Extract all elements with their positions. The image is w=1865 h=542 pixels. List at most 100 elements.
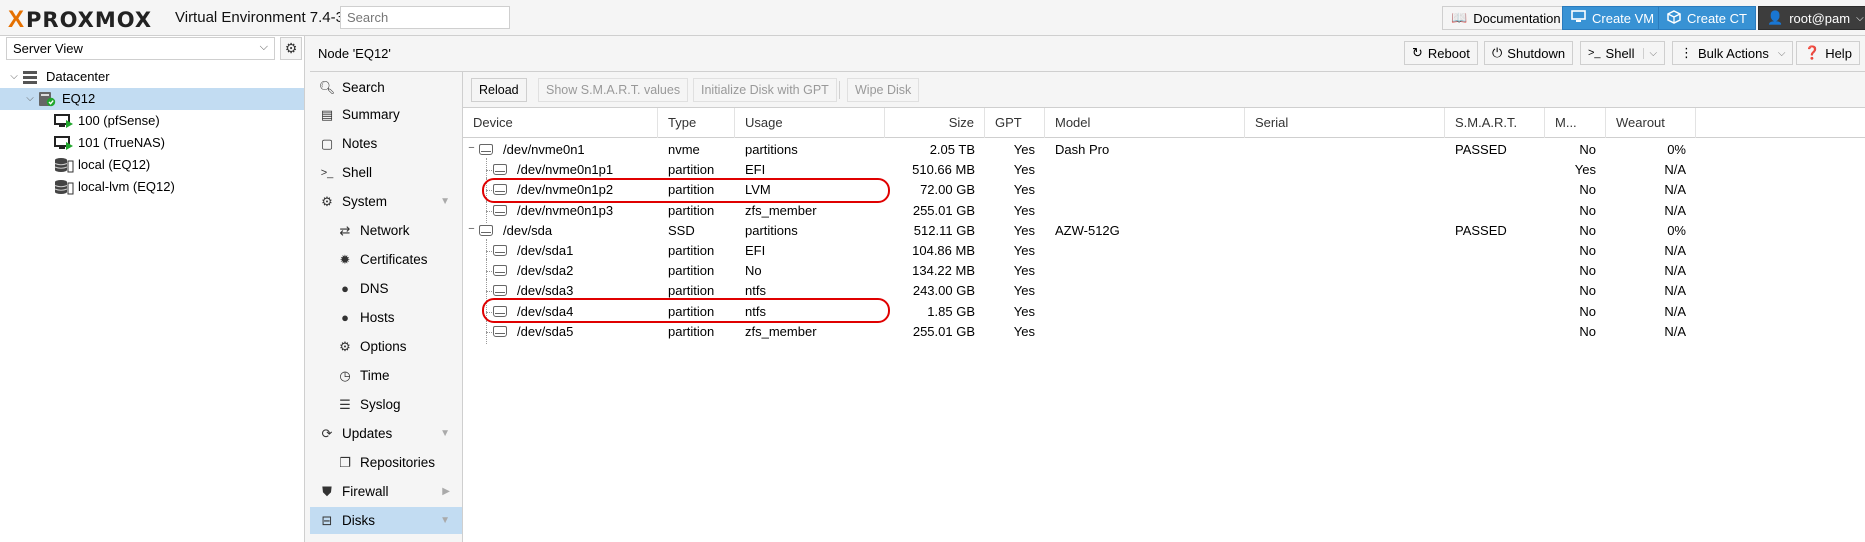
- cell-mounted: No: [1579, 323, 1596, 339]
- cell-device: /dev/sda5: [517, 323, 574, 339]
- cell-wearout: N/A: [1664, 323, 1686, 339]
- column-header-usage[interactable]: Usage: [735, 108, 885, 138]
- disks-panel: Reload Show S.M.A.R.T. values Initialize…: [463, 72, 1865, 542]
- hdd-icon: [493, 285, 507, 297]
- cell-gpt: Yes: [1013, 323, 1035, 339]
- column-header-serial[interactable]: Serial: [1245, 108, 1445, 138]
- nav-item-repositories[interactable]: ❐ Repositories: [310, 449, 462, 476]
- user-menu-button[interactable]: 👤 root@pam ⌵: [1758, 6, 1865, 30]
- nav-item-shell[interactable]: >_ Shell: [310, 159, 462, 186]
- cell-smart: [1445, 320, 1545, 344]
- disk-row[interactable]: /dev/sda5 partition zfs_member 255.01 GB Yes…: [463, 319, 1865, 344]
- hdd-icon: [493, 305, 507, 317]
- disks-toolbar: Reload Show S.M.A.R.T. values Initialize…: [463, 72, 1865, 108]
- help-button[interactable]: ❓ Help: [1796, 41, 1860, 65]
- refresh-icon: ⟳: [321, 425, 333, 441]
- tree-item-vm-101[interactable]: 101 (TrueNAS): [0, 132, 304, 154]
- chevron-down-icon: ▼: [440, 428, 450, 439]
- collapse-icon[interactable]: ⌵: [8, 66, 20, 88]
- clock-icon: ◷: [339, 367, 351, 383]
- cogs-icon: ⚙: [321, 193, 333, 209]
- wipe-disk-button[interactable]: Wipe Disk: [847, 78, 920, 102]
- power-icon: ⏻: [1492, 45, 1503, 60]
- certificate-icon: ✹: [339, 251, 351, 267]
- terminal-icon: >_: [320, 166, 334, 179]
- chevron-down-icon: ▼: [440, 196, 450, 207]
- user-icon: 👤: [1767, 10, 1784, 25]
- shutdown-button[interactable]: ⏻ Shutdown: [1484, 41, 1574, 65]
- collapse-icon[interactable]: −: [467, 143, 476, 154]
- hdd-icon: [493, 204, 507, 216]
- nav-item-time[interactable]: ◷ Time: [310, 362, 462, 389]
- initialize-gpt-button[interactable]: Initialize Disk with GPT: [693, 78, 837, 102]
- nav-item-network[interactable]: ⇄ Network: [310, 217, 462, 244]
- product-version: Virtual Environment 7.4-3: [175, 9, 344, 26]
- column-header-wearout[interactable]: Wearout: [1606, 108, 1696, 138]
- node-online-icon: [38, 91, 56, 107]
- cell-usage: zfs_member: [745, 323, 817, 339]
- bulk-actions-button[interactable]: ⋮ Bulk Actions ⌵: [1672, 41, 1794, 65]
- column-header-mounted[interactable]: M...: [1545, 108, 1606, 138]
- reboot-button[interactable]: ↻ Reboot: [1404, 41, 1478, 65]
- nav-item-updates[interactable]: ⟳ Updates ▼: [310, 420, 462, 447]
- column-header-gpt[interactable]: GPT: [985, 108, 1045, 138]
- tree-item-datacenter[interactable]: ⌵ Datacenter: [0, 66, 304, 88]
- documentation-button[interactable]: 📖 Documentation: [1442, 6, 1570, 30]
- datacenter-icon: [22, 69, 40, 85]
- proxmox-logo[interactable]: X PROXMOX: [8, 6, 152, 34]
- hdd-icon: [493, 164, 507, 176]
- column-header-size[interactable]: Size: [885, 108, 985, 138]
- globe-icon: ●: [341, 281, 349, 296]
- nav-item-notes[interactable]: ▢ Notes: [310, 130, 462, 157]
- logo-x-icon: X: [8, 6, 26, 33]
- nav-item-disks[interactable]: ⊟ Disks ▼: [310, 507, 462, 534]
- logo-text: PROXMOX: [26, 8, 153, 32]
- globe-icon: ●: [341, 310, 349, 325]
- column-header-smart[interactable]: S.M.A.R.T.: [1445, 108, 1545, 138]
- nav-item-certificates[interactable]: ✹ Certificates: [310, 246, 462, 273]
- nav-item-dns[interactable]: ● DNS: [310, 275, 462, 302]
- nav-item-search[interactable]: 🔍︎ Search: [310, 74, 462, 101]
- tree-item-node-eq12[interactable]: ⌵ EQ12: [0, 88, 304, 110]
- collapse-icon[interactable]: ⌵: [24, 88, 36, 110]
- nav-item-system[interactable]: ⚙ System ▼: [310, 188, 462, 215]
- nav-item-hosts[interactable]: ● Hosts: [310, 304, 462, 331]
- column-header-model[interactable]: Model: [1045, 108, 1245, 138]
- nav-item-syslog[interactable]: ☰ Syslog: [310, 391, 462, 418]
- shield-icon: ⛊: [322, 483, 332, 499]
- tree-item-storage-local-lvm[interactable]: local-lvm (EQ12): [0, 176, 304, 198]
- storage-icon: [54, 179, 74, 195]
- chevron-down-icon: ⌵: [259, 41, 268, 53]
- show-smart-button[interactable]: Show S.M.A.R.T. values: [538, 78, 689, 102]
- tree-settings-gear-icon[interactable]: ⚙: [280, 37, 302, 60]
- exchange-icon: ⇄: [339, 222, 351, 238]
- hdd-icon: ⊟: [321, 512, 333, 528]
- collapse-icon[interactable]: −: [467, 223, 476, 234]
- global-search-input[interactable]: [340, 6, 510, 29]
- tree-item-vm-100[interactable]: 100 (pfSense): [0, 110, 304, 132]
- vm-running-icon: [54, 113, 73, 129]
- create-ct-button[interactable]: Create CT: [1658, 6, 1756, 30]
- ellipsis-vertical-icon: ⋮: [1680, 45, 1693, 60]
- reload-button[interactable]: Reload: [471, 78, 527, 102]
- shell-button[interactable]: >_ Shell ⌵: [1580, 41, 1666, 65]
- nav-item-options[interactable]: ⚙ Options: [310, 333, 462, 360]
- column-header-device[interactable]: Device: [463, 108, 658, 138]
- tree-item-storage-local[interactable]: local (EQ12): [0, 154, 304, 176]
- notes-icon: ▢: [320, 135, 334, 151]
- view-selector[interactable]: Server View ⌵: [6, 37, 275, 60]
- cell-serial: [1245, 320, 1445, 344]
- top-bar: X PROXMOX Virtual Environment 7.4-3 📖 Do…: [0, 0, 1865, 36]
- chevron-down-icon[interactable]: ⌵: [1643, 47, 1657, 59]
- cell-type: partition: [668, 323, 715, 339]
- nav-item-summary[interactable]: ▤ Summary: [310, 101, 462, 128]
- node-nav-menu: 🔍︎ Search ▤ Summary ▢ Notes >_ Shell ⚙ System…: [310, 72, 463, 542]
- create-vm-button[interactable]: Create VM: [1562, 6, 1664, 30]
- column-header-type[interactable]: Type: [658, 108, 735, 138]
- chevron-right-icon: ▶: [442, 486, 450, 497]
- nav-item-firewall[interactable]: ⛊ Firewall ▶: [310, 478, 462, 505]
- vm-running-icon: [54, 135, 73, 151]
- search-icon: 🔍︎: [318, 79, 336, 95]
- node-header: Node 'EQ12' ↻ Reboot ⏻ Shutdown >_ Shell…: [310, 36, 1865, 72]
- hdd-icon: [493, 184, 507, 196]
